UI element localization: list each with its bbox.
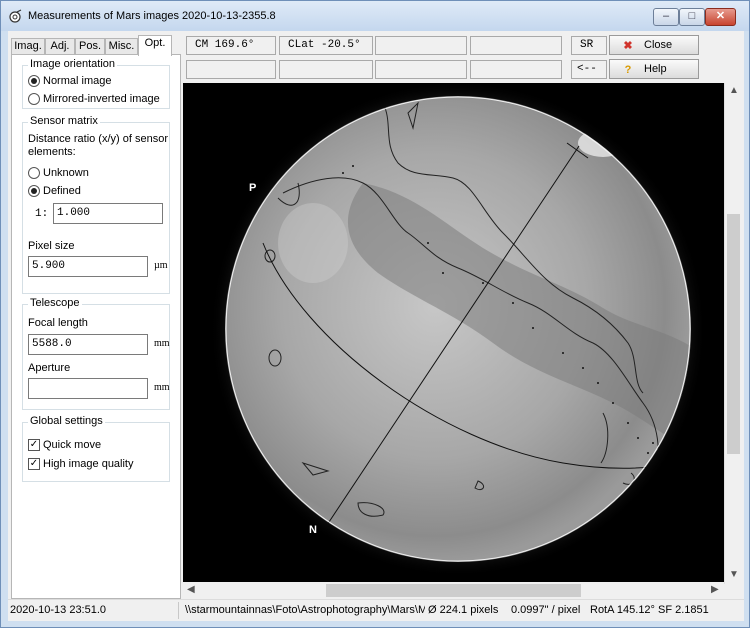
tab-opt[interactable]: Opt.	[138, 35, 172, 56]
help-button-label: Help	[644, 63, 667, 75]
mirrored-image-radio[interactable]: Mirrored-inverted image	[28, 92, 160, 106]
title-bar[interactable]: Measurements of Mars images 2020-10-13-2…	[1, 1, 749, 31]
group-title: Sensor matrix	[28, 115, 100, 127]
readout-empty-3	[186, 60, 276, 79]
readout-empty-4	[279, 60, 373, 79]
status-diameter: Ø 224.1 pixels	[428, 604, 499, 616]
aperture-input[interactable]	[28, 378, 148, 399]
back-button[interactable]: <--	[571, 60, 607, 79]
pole-n-label: N	[309, 524, 317, 536]
checkmark-icon: ✓	[28, 458, 40, 470]
focal-length-label: Focal length	[28, 317, 88, 329]
checkbox-label: Quick move	[43, 439, 102, 451]
aperture-label: Aperture	[28, 362, 71, 374]
tab-strip: Imag. Adj. Pos. Misc. Opt.	[8, 35, 178, 56]
sensor-matrix-group: Sensor matrix Distance ratio (x/y) of se…	[22, 115, 170, 294]
high-quality-checkbox[interactable]: ✓ High image quality	[28, 457, 134, 471]
radio-label: Mirrored-inverted image	[43, 93, 160, 105]
ratio-input[interactable]: 1.000	[53, 203, 163, 224]
minimize-button[interactable]: –	[653, 8, 679, 26]
status-sf: SF 2.1851	[658, 604, 709, 616]
radio-unselected-icon	[28, 167, 40, 179]
help-button[interactable]: ? Help	[609, 59, 699, 79]
checkbox-label: High image quality	[43, 458, 134, 470]
pixel-size-unit: µm	[154, 260, 168, 271]
checkmark-icon: ✓	[28, 439, 40, 451]
normal-image-radio[interactable]: Normal image	[28, 74, 111, 88]
distance-ratio-label: Distance ratio (x/y) of sensor elements:	[28, 133, 168, 158]
quick-move-checkbox[interactable]: ✓ Quick move	[28, 438, 101, 452]
tab-adj[interactable]: Adj.	[45, 38, 75, 55]
group-title: Image orientation	[28, 58, 117, 70]
pole-p-label: P	[249, 182, 256, 194]
readout-empty-2	[470, 36, 562, 55]
app-window: Measurements of Mars images 2020-10-13-2…	[0, 0, 750, 628]
maximize-button[interactable]: □	[679, 8, 705, 26]
radio-label: Defined	[43, 185, 81, 197]
tab-misc[interactable]: Misc.	[105, 38, 138, 55]
focal-length-unit: mm	[154, 338, 170, 349]
scroll-down-icon[interactable]: ▼	[729, 569, 739, 580]
scroll-left-icon[interactable]: ◀	[187, 584, 195, 595]
horizontal-scroll-thumb[interactable]	[326, 584, 581, 597]
window-title: Measurements of Mars images 2020-10-13-2…	[28, 10, 276, 22]
vertical-scrollbar[interactable]: ▲ ▼	[724, 83, 741, 584]
client-area: Imag. Adj. Pos. Misc. Opt. Image orienta…	[8, 31, 744, 621]
group-title: Global settings	[28, 415, 105, 427]
status-separator	[178, 602, 179, 619]
close-window-button[interactable]: ✕	[705, 8, 736, 26]
unknown-ratio-radio[interactable]: Unknown	[28, 166, 89, 180]
radio-label: Unknown	[43, 167, 89, 179]
app-icon	[9, 9, 22, 23]
status-datetime: 2020-10-13 23:51.0	[10, 604, 107, 616]
scroll-up-icon[interactable]: ▲	[729, 85, 739, 96]
image-orientation-group: Image orientation Normal image Mirrored-…	[22, 58, 170, 109]
status-bar: 2020-10-13 23:51.0 \\starmountainnas\Fot…	[8, 599, 744, 621]
pixel-size-label: Pixel size	[28, 240, 75, 252]
options-panel: Image orientation Normal image Mirrored-…	[11, 54, 181, 599]
readout-empty-5	[375, 60, 467, 79]
close-icon: ✖	[623, 40, 633, 52]
sr-button[interactable]: SR	[571, 36, 607, 55]
ratio-prefix: 1:	[35, 208, 49, 220]
help-icon: ?	[624, 64, 632, 76]
readout-empty-1	[375, 36, 467, 55]
aperture-unit: mm	[154, 382, 170, 393]
mars-image-viewport[interactable]: P N	[183, 83, 724, 584]
radio-unselected-icon	[28, 93, 40, 105]
horizontal-scrollbar[interactable]: ◀ ▶	[183, 582, 724, 599]
tab-imag[interactable]: Imag.	[11, 38, 45, 55]
mars-image: P N	[210, 83, 706, 577]
radio-label: Normal image	[43, 75, 112, 87]
status-rotation: RotA 145.12°	[590, 604, 655, 616]
clat-readout: CLat -20.5°	[279, 36, 373, 55]
global-settings-group: Global settings ✓ Quick move ✓ High imag…	[22, 415, 170, 482]
tab-pos[interactable]: Pos.	[75, 38, 105, 55]
status-path: \\starmountainnas\Foto\Astrophotography\…	[185, 604, 425, 616]
vertical-scroll-thumb[interactable]	[727, 214, 740, 454]
close-button-label: Close	[644, 39, 673, 51]
cm-readout: CM 169.6°	[186, 36, 276, 55]
telescope-group: Telescope Focal length 5588.0 mm Apertur…	[22, 297, 170, 410]
radio-selected-icon	[28, 75, 40, 87]
group-title: Telescope	[28, 297, 82, 309]
focal-length-input[interactable]: 5588.0	[28, 334, 148, 355]
readout-empty-6	[470, 60, 562, 79]
close-button[interactable]: ✖ Close	[609, 35, 699, 55]
defined-ratio-radio[interactable]: Defined	[28, 184, 81, 198]
radio-selected-icon	[28, 185, 40, 197]
pixel-size-input[interactable]: 5.900	[28, 256, 148, 277]
status-scale: 0.0997" / pixel	[511, 604, 581, 616]
scroll-right-icon[interactable]: ▶	[711, 584, 719, 595]
